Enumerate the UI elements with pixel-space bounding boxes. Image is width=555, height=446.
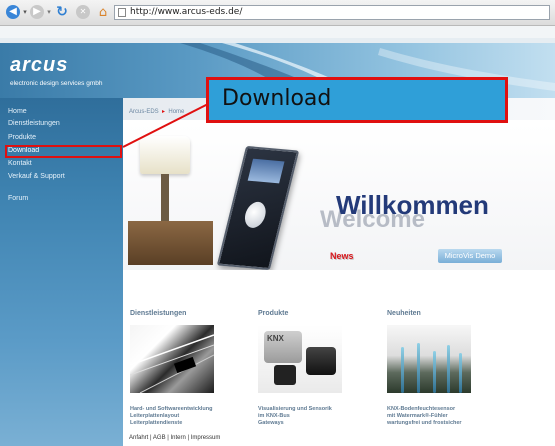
column-desc-dienstleistungen: Hard- und Softwareentwicklung Leiterplat… [130,406,213,427]
column-title-produkte[interactable]: Produkte [258,310,288,317]
soil-sensor-graphic [433,351,436,393]
desc-line: Leiterplattenlayout [130,413,180,419]
soil-sensor-graphic [447,345,450,393]
knx-sensor-graphic [306,347,336,375]
news-link[interactable]: News [330,251,354,261]
back-dropdown-icon[interactable]: ▾ [22,5,28,19]
desc-line: Visualisierung und Sensorik [258,406,332,412]
reload-icon[interactable]: ↻ [55,4,69,20]
lamp-shade-image [140,136,190,174]
site-logo[interactable]: arcus [10,54,68,77]
back-arrow-icon[interactable]: ◀ [6,5,20,19]
column-title-dienstleistungen[interactable]: Dienstleistungen [130,310,186,317]
breadcrumb-item-arcus-eds[interactable]: Arcus-EDS [129,109,159,115]
main-content: Arcus-EDS ▸ Home Welcome Willkommen News… [123,98,555,446]
dienstleistungen-image[interactable] [130,325,214,393]
column-desc-neuheiten: KNX-Bodenfeuchtesensor mit Watermark®-Fü… [387,406,462,427]
knx-logo-text: KNX [267,334,284,343]
desc-line: Leiterplattendienste [130,420,183,426]
address-bar[interactable]: http://www.arcus-eds.de/ [114,5,550,20]
stop-icon[interactable]: ✕ [76,5,90,19]
device-bulb-graphic [242,201,269,229]
side-table-image [128,221,213,265]
breadcrumb-arrow-icon: ▸ [160,109,167,115]
sidebar-item-produkte[interactable]: Produkte [8,134,36,141]
produkte-image[interactable]: KNX [258,325,342,393]
desc-line: KNX-Bodenfeuchtesensor [387,406,456,412]
lamp-stand-image [161,174,169,226]
circuit-board-graphic [130,334,214,393]
home-icon[interactable]: ⌂ [96,5,110,20]
column-title-neuheiten[interactable]: Neuheiten [387,310,421,317]
footer-links[interactable]: Anfahrt | AGB | Intern | Impressum [129,435,220,441]
desc-line: wartungsfrei und frostsicher [387,420,462,426]
column-desc-produkte: Visualisierung und Sensorik im KNX-Bus G… [258,406,332,427]
microvis-demo-button[interactable]: MicroVis Demo [438,249,502,263]
forward-dropdown-icon[interactable]: ▾ [46,5,52,19]
knx-module-graphic: KNX [264,331,302,363]
desc-line: im KNX-Bus [258,413,290,419]
device-screen [247,158,285,184]
sidebar-item-verkauf-support[interactable]: Verkauf & Support [8,173,65,180]
sidebar-item-dienstleistungen[interactable]: Dienstleistungen [8,120,60,127]
desc-line: mit Watermark®-Fühler [387,413,448,419]
willkommen-heading: Willkommen [336,190,489,220]
browser-toolbar: ◀ ▾ ▶ ▾ ↻ ✕ ⌂ http://www.arcus-eds.de/ [0,0,555,26]
download-highlight-box [5,145,122,158]
site-logo-tagline: electronic design services gmbh [10,80,103,87]
knx-device-graphic [274,365,296,385]
download-callout: Download [206,77,508,123]
sidebar-item-forum[interactable]: Forum [8,195,28,202]
toolbar-strip [0,26,555,38]
touch-panel-device-image [216,145,300,270]
welcome-banner: Welcome Willkommen News MicroVis Demo [123,124,555,270]
soil-sensor-graphic [417,343,420,393]
breadcrumb: Arcus-EDS ▸ Home [129,108,184,115]
soil-sensor-graphic [401,347,404,393]
url-text: http://www.arcus-eds.de/ [130,7,243,17]
sidebar-item-home[interactable]: Home [8,108,27,115]
neuheiten-image[interactable] [387,325,471,393]
forward-arrow-icon[interactable]: ▶ [30,5,44,19]
breadcrumb-item-home[interactable]: Home [168,109,184,115]
sidebar-item-kontakt[interactable]: Kontakt [8,160,32,167]
desc-line: Gateways [258,420,284,426]
callout-label: Download [222,86,332,111]
desc-line: Hard- und Softwareentwicklung [130,406,213,412]
soil-sensor-graphic [459,353,462,393]
page-icon [118,8,126,17]
